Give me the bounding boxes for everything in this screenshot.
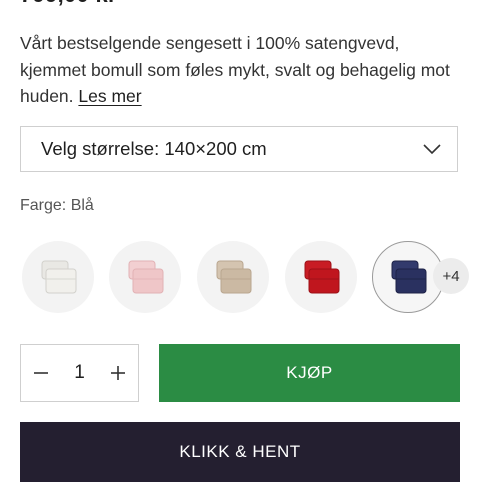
size-select[interactable]: Velg størrelse: 140×200 cm — [20, 126, 458, 172]
minus-icon[interactable] — [33, 365, 49, 381]
chevron-down-icon — [423, 144, 441, 155]
color-swatch-pink[interactable] — [109, 241, 181, 313]
bedding-thumbnail — [391, 260, 427, 294]
bedding-thumbnail — [41, 260, 77, 294]
bedding-thumbnail — [128, 260, 164, 294]
click-and-collect-button[interactable]: KLIKK & HENT — [20, 422, 460, 482]
bedding-thumbnail — [304, 260, 340, 294]
color-swatch-white[interactable] — [22, 241, 94, 313]
read-more-link[interactable]: Les mer — [78, 86, 141, 106]
color-label: Farge: Blå — [20, 197, 94, 214]
quantity-stepper: 1 — [20, 344, 139, 402]
buy-button[interactable]: KJØP — [159, 344, 460, 402]
more-colors-badge[interactable]: +4 — [433, 258, 469, 294]
plus-icon[interactable] — [110, 365, 126, 381]
quantity-value[interactable]: 1 — [74, 362, 85, 384]
color-swatch-red[interactable] — [285, 241, 357, 313]
product-price: 799,00 kr — [20, 0, 117, 8]
color-swatch-beige[interactable] — [197, 241, 269, 313]
product-description: Vårt bestselgende sengesett i 100% saten… — [20, 30, 468, 110]
size-select-value: Velg størrelse: 140×200 cm — [41, 138, 267, 159]
bedding-thumbnail — [216, 260, 252, 294]
